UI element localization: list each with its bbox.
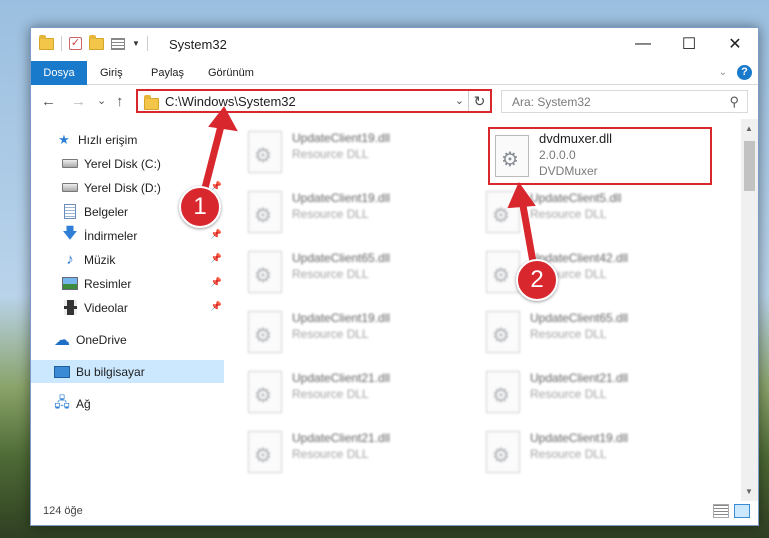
back-arrow-icon[interactable]: ← [41,93,56,110]
file-item[interactable]: UpdateClient65.dllResource DLL [228,245,458,299]
documents-icon [62,204,78,219]
toolbar-divider [146,36,148,51]
dll-file-icon [248,131,282,173]
file-name: dvdmuxer.dll [539,131,612,146]
music-icon: ♪ [66,251,74,268]
address-bar[interactable]: C:\Windows\System32 ⌄ ↻ [136,89,492,113]
sidebar-item-videos[interactable]: Videolar 📌 [31,296,224,319]
search-input[interactable]: Ara: System32 ⚲ [501,90,748,113]
ribbon: Dosya Giriş Paylaş Görünüm ⌄ ? [31,61,758,85]
computer-icon [54,365,70,379]
help-icon[interactable]: ? [737,65,752,80]
tab-share[interactable]: Paylaş [140,61,195,85]
sidebar-item-disk-c[interactable]: Yerel Disk (C:) [31,152,224,175]
download-icon: 🡇 [62,225,78,242]
sidebar-item-network[interactable]: 🖧 Ağ [31,392,224,415]
sidebar-item-this-pc[interactable]: Bu bilgisayar [31,360,224,383]
file-item[interactable]: UpdateClient65.dllResource DLL [466,305,696,359]
title-bar: ✓ ▼ System32 — ☐ ✕ [31,28,758,61]
dll-file-icon [248,311,282,353]
search-placeholder: Ara: System32 [512,95,591,109]
sidebar-item-quick-access[interactable]: ★ Hızlı erişim [31,128,224,151]
file-item[interactable]: UpdateClient42.dllResource DLL [466,245,696,299]
toolbar-divider [61,36,62,51]
dll-file-icon [486,431,520,473]
file-item[interactable]: UpdateClient21.dllResource DLL [228,425,458,479]
step-badge-1: 1 [179,186,221,228]
file-item[interactable]: UpdateClient21.dllResource DLL [228,365,458,419]
minimize-button[interactable]: — [620,28,666,60]
sidebar-item-music[interactable]: ♪ Müzik 📌 [31,248,224,271]
recent-locations-icon[interactable]: ⌄ [97,94,106,107]
customize-toolbar-icon[interactable] [111,37,125,50]
pin-icon[interactable]: 📌 [211,253,222,264]
dll-file-icon [248,431,282,473]
pin-icon[interactable]: 📌 [211,229,222,240]
videos-icon [62,300,78,315]
new-folder-icon[interactable] [89,34,104,50]
dll-file-icon [248,251,282,293]
quick-access-toolbar: ✓ ▼ [39,34,148,51]
file-list: UpdateClient19.dllResource DLL UpdateCli… [228,119,742,501]
scroll-thumb[interactable] [744,141,755,191]
pin-icon[interactable]: 📌 [211,277,222,288]
details-view-icon[interactable] [713,504,729,518]
pictures-icon [62,277,78,291]
large-icons-view-icon[interactable] [734,504,750,518]
dll-file-icon [486,311,520,353]
chevron-down-icon[interactable]: ⌄ [455,94,464,107]
sidebar-item-pictures[interactable]: Resimler 📌 [31,272,224,295]
cloud-icon: ☁ [54,331,70,349]
status-bar: 124 öğe [31,500,758,525]
file-item[interactable]: UpdateClient19.dllResource DLL [228,185,458,239]
search-icon[interactable]: ⚲ [729,94,739,110]
toolbar-dropdown-icon[interactable]: ▼ [132,39,140,48]
file-item[interactable]: UpdateClient5.dllResource DLL [466,185,696,239]
folder-icon [144,95,159,110]
dll-file-icon [486,251,520,293]
drive-icon [62,181,78,195]
tab-view[interactable]: Görünüm [197,61,265,85]
file-explorer-window: ✓ ▼ System32 — ☐ ✕ Dosya Giriş Paylaş Gö… [30,27,759,526]
vertical-scrollbar[interactable]: ▲ ▼ [741,119,758,501]
drive-icon [62,157,78,171]
step-badge-2: 2 [516,259,558,301]
dll-file-icon [248,371,282,413]
file-item[interactable]: UpdateClient19.dllResource DLL [228,125,458,179]
scroll-up-icon[interactable]: ▲ [745,124,753,133]
file-product: DVDMuxer [539,164,598,178]
close-button[interactable]: ✕ [712,28,758,60]
up-arrow-icon[interactable]: ↑ [116,93,124,110]
file-version: 2.0.0.0 [539,148,576,162]
item-count: 124 öğe [43,505,83,517]
pin-icon[interactable]: 📌 [211,301,222,312]
refresh-icon[interactable]: ↻ [468,91,490,111]
forward-arrow-icon[interactable]: → [71,93,86,110]
expand-ribbon-icon[interactable]: ⌄ [719,67,727,78]
network-icon: 🖧 [54,393,70,410]
tab-file[interactable]: Dosya [31,61,87,85]
navigation-pane: ★ Hızlı erişim Yerel Disk (C:) Yerel Dis… [31,119,227,501]
window-title: System32 [169,37,227,52]
dll-file-icon [486,191,520,233]
dll-file-icon [495,135,529,177]
folder-icon [39,34,54,50]
scroll-down-icon[interactable]: ▼ [745,487,753,496]
dll-file-icon [248,191,282,233]
maximize-button[interactable]: ☐ [666,28,712,60]
file-item[interactable]: UpdateClient21.dllResource DLL [466,365,696,419]
address-path[interactable]: C:\Windows\System32 [165,94,296,109]
navigation-bar: ← → ⌄ ↑ C:\Windows\System32 ⌄ ↻ Ara: Sys… [31,86,758,118]
dll-file-icon [486,371,520,413]
sidebar-item-onedrive[interactable]: ☁ OneDrive [31,328,224,351]
file-item[interactable]: UpdateClient19.dllResource DLL [466,425,696,479]
file-item[interactable]: UpdateClient19.dllResource DLL [228,305,458,359]
highlighted-file-dvdmuxer[interactable]: dvdmuxer.dll 2.0.0.0 DVDMuxer [488,127,712,185]
tab-home[interactable]: Giriş [89,61,134,85]
star-icon: ★ [58,131,70,147]
properties-check-icon[interactable]: ✓ [69,37,82,50]
